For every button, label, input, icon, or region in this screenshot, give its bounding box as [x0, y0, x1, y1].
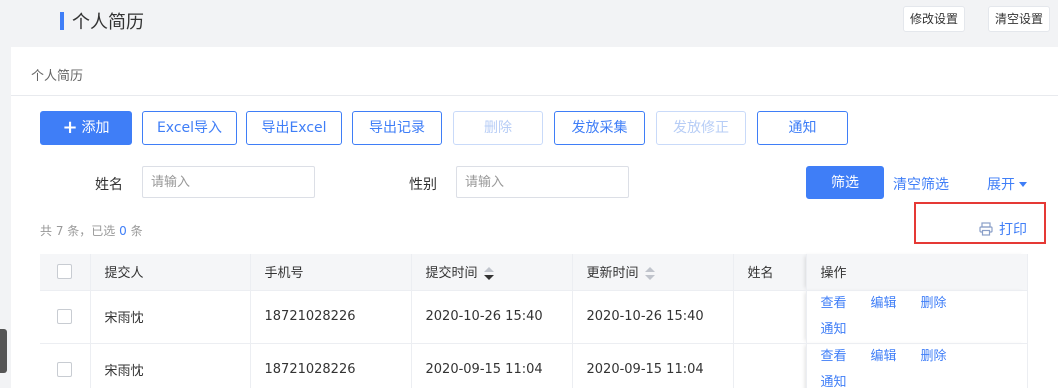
submitted-time-label: 提交时间	[425, 266, 478, 282]
row-checkbox[interactable]	[57, 362, 73, 378]
records-table: 提交人 手机号 提交时间 更新时间 姓名 操作 宋雨忱 18721028226 …	[40, 254, 1028, 388]
breadcrumb-item[interactable]: 个人简历	[31, 69, 83, 84]
filter-button[interactable]: 筛选	[806, 166, 884, 199]
table-header-row: 提交人 手机号 提交时间 更新时间 姓名 操作	[40, 254, 1028, 290]
selection-summary: 共 7 条，已选 0 条	[40, 222, 143, 239]
notify-link[interactable]: 通知	[821, 322, 847, 337]
page-title: 个人简历	[72, 12, 144, 33]
row-checkbox-cell	[40, 342, 91, 388]
export-excel-button[interactable]: 导出Excel	[246, 111, 342, 145]
notify-link[interactable]: 通知	[821, 375, 847, 388]
column-header-updated-time[interactable]: 更新时间	[572, 254, 734, 290]
print-label: 打印	[999, 222, 1027, 238]
select-all-checkbox[interactable]	[57, 264, 73, 280]
submitter-cell: 宋雨忱	[90, 342, 251, 388]
row-checkbox-cell	[40, 289, 91, 343]
delete-button[interactable]: 删除	[453, 111, 543, 145]
export-records-button[interactable]: 导出记录	[352, 111, 442, 145]
edit-link[interactable]: 编辑	[871, 296, 897, 311]
submitted-time-cell: 2020-09-15 11:04	[411, 342, 573, 388]
column-header-phone: 手机号	[250, 254, 412, 290]
phone-cell: 18721028226	[250, 342, 412, 388]
updated-time-label: 更新时间	[586, 266, 639, 282]
add-button-label: 添加	[81, 120, 110, 136]
send-fix-button[interactable]: 发放修正	[656, 111, 746, 145]
top-header: 个人简历 修改设置 清空设置	[0, 0, 1058, 46]
table-row: 宋雨忱 18721028226 2020-10-26 15:40 2020-10…	[40, 289, 1028, 343]
name-filter-input[interactable]	[142, 166, 315, 198]
delete-link[interactable]: 删除	[921, 296, 947, 311]
table-row: 宋雨忱 18721028226 2020-09-15 11:04 2020-09…	[40, 342, 1028, 388]
delete-link[interactable]: 删除	[921, 349, 947, 364]
summary-suffix: 条	[130, 224, 143, 238]
gender-filter-label: 性别	[409, 177, 437, 193]
column-header-submitted-time[interactable]: 提交时间	[411, 254, 573, 290]
expand-filter-label: 展开	[987, 177, 1015, 193]
name-cell	[733, 289, 807, 343]
view-link[interactable]: 查看	[821, 349, 847, 364]
modify-settings-button[interactable]: 修改设置	[903, 6, 966, 32]
select-all-cell	[40, 254, 91, 290]
side-drawer-handle[interactable]	[0, 329, 7, 373]
breadcrumb: 个人简历	[11, 47, 1058, 96]
expand-filter-link[interactable]: 展开	[987, 174, 1027, 194]
submitter-cell: 宋雨忱	[90, 289, 251, 343]
phone-cell: 18721028226	[250, 289, 412, 343]
view-link[interactable]: 查看	[821, 296, 847, 311]
title-accent-bar	[60, 12, 64, 30]
column-header-name: 姓名	[733, 254, 807, 290]
updated-time-cell: 2020-09-15 11:04	[572, 342, 734, 388]
notify-button[interactable]: 通知	[757, 111, 848, 145]
updated-time-cell: 2020-10-26 15:40	[572, 289, 734, 343]
edit-link[interactable]: 编辑	[871, 349, 897, 364]
column-header-submitter: 提交人	[90, 254, 251, 290]
clear-settings-button[interactable]: 清空设置	[988, 6, 1051, 32]
add-button[interactable]: + 添加	[40, 111, 132, 145]
actions-cell: 查看 编辑 删除 通知	[806, 289, 1028, 343]
printer-icon	[979, 222, 993, 236]
send-collect-button[interactable]: 发放采集	[554, 111, 645, 145]
print-button[interactable]: 打印	[979, 219, 1027, 239]
submitted-time-cell: 2020-10-26 15:40	[411, 289, 573, 343]
sort-icon[interactable]	[483, 267, 494, 281]
plus-icon: +	[62, 117, 78, 138]
name-cell	[733, 342, 807, 388]
actions-cell: 查看 编辑 删除 通知	[806, 342, 1028, 388]
row-checkbox[interactable]	[57, 309, 73, 324]
caret-down-icon	[1019, 182, 1027, 187]
page-title-wrap: 个人简历	[60, 8, 144, 34]
sort-icon[interactable]	[644, 267, 655, 281]
summary-prefix: 共 7 条，已选	[40, 224, 116, 238]
gender-filter-input[interactable]	[456, 166, 629, 198]
excel-import-button[interactable]: Excel导入	[142, 111, 237, 145]
name-filter-label: 姓名	[95, 177, 123, 193]
selected-count: 0	[119, 224, 127, 238]
column-header-actions: 操作	[806, 254, 1028, 290]
clear-filter-link[interactable]: 清空筛选	[893, 174, 949, 194]
